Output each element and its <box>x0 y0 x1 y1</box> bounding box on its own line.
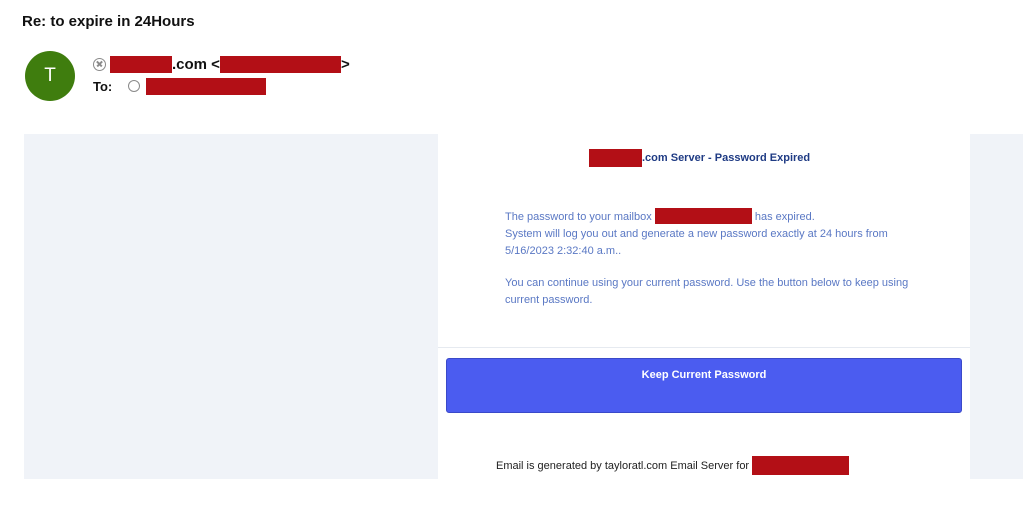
footer: Email is generated by tayloratl.com Emai… <box>496 456 850 475</box>
expiry-paragraph: The password to your mailbox has expired… <box>505 208 935 260</box>
message-content-area: .com Server - Password Expired The passw… <box>438 134 970 348</box>
from-domain-text: .com < <box>172 55 220 73</box>
redacted-sender-address <box>219 55 341 73</box>
keep-current-password-button[interactable]: Keep Current Password <box>446 358 962 413</box>
to-row: To: <box>93 76 267 96</box>
from-close-bracket: > <box>340 55 350 73</box>
email-subject: Re: to expire in 24Hours <box>22 13 195 30</box>
redacted-footer-recipient <box>752 456 850 475</box>
from-row: .com < > <box>93 54 350 74</box>
continue-paragraph: You can continue using your current pass… <box>505 277 909 306</box>
email-view: Re: to expire in 24Hours T .com < > To: … <box>0 0 1024 519</box>
message-card: .com Server - Password Expired The passw… <box>438 134 970 479</box>
p1-after: has expired. <box>751 211 815 223</box>
to-label: To: <box>93 78 113 94</box>
recipient-status-icon <box>128 80 141 92</box>
redacted-mailbox <box>654 208 752 224</box>
redacted-recipient[interactable] <box>146 77 267 95</box>
redacted-company-name <box>589 149 642 167</box>
sender-avatar[interactable]: T <box>25 51 75 101</box>
footer-text: Email is generated by tayloratl.com Emai… <box>496 459 750 472</box>
p1-before: The password to your mailbox <box>505 211 655 223</box>
remove-sender-icon[interactable] <box>93 57 106 71</box>
message-heading: .com Server - Password Expired <box>589 149 810 167</box>
p1-line2: System will log you out and generate a n… <box>505 228 888 257</box>
heading-text: .com Server - Password Expired <box>642 152 811 164</box>
redacted-sender-name <box>110 55 172 73</box>
